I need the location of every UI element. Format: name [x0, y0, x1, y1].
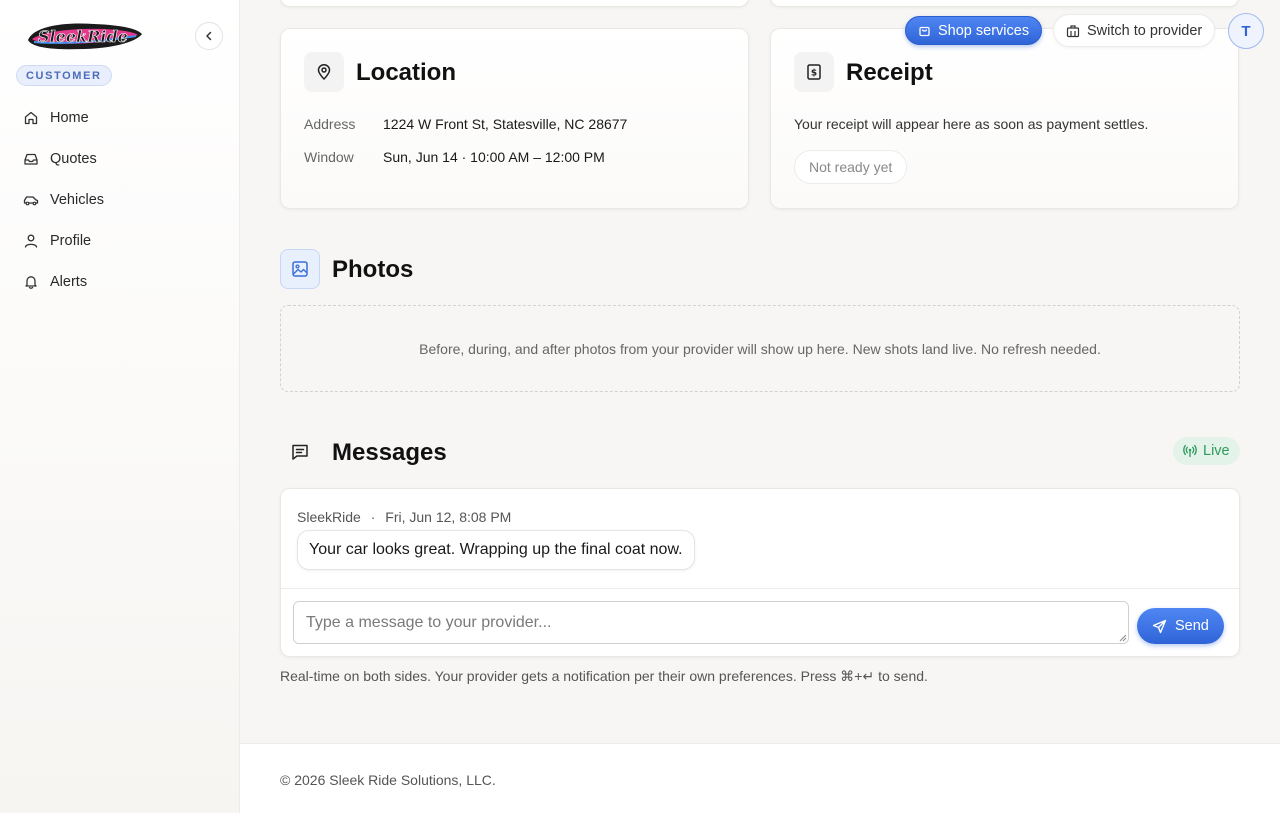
send-icon: [1152, 619, 1167, 633]
receipt-icon-box: $: [794, 52, 834, 92]
sidebar-item-label: Alerts: [50, 274, 88, 290]
location-card: Location Address 1224 W Front St, States…: [280, 28, 749, 209]
receipt-title: Receipt: [846, 59, 933, 86]
window-value: Sun, Jun 14 · 10:00 AM – 12:00 PM: [383, 149, 605, 165]
footer-copyright: © 2026 Sleek Ride Solutions, LLC.: [280, 772, 496, 788]
bell-icon: [25, 276, 37, 289]
switch-to-provider-label: Switch to provider: [1087, 22, 1203, 39]
previous-card-right: [770, 0, 1239, 7]
svg-text:$: $: [811, 69, 817, 79]
sidebar-item-label: Quotes: [50, 151, 97, 167]
user-avatar[interactable]: T: [1228, 13, 1264, 49]
collapse-sidebar-button[interactable]: [195, 22, 223, 50]
car-icon: [23, 196, 39, 206]
image-icon: [292, 261, 308, 277]
user-icon: [24, 234, 38, 248]
shop-services-label: Shop services: [938, 22, 1030, 39]
message-square-icon: [292, 444, 308, 460]
map-pin-icon: [317, 64, 331, 80]
sidebar-item-label: Vehicles: [50, 192, 105, 208]
message-meta-separator: ·: [370, 509, 376, 525]
brand-logo[interactable]: SleekRide: [24, 18, 144, 54]
footer: © 2026 Sleek Ride Solutions, LLC.: [240, 743, 1280, 813]
receipt-icon: $: [807, 64, 821, 80]
messages-card: SleekRide · Fri, Jun 12, 8:08 PM Your ca…: [280, 488, 1240, 657]
previous-card-left: [280, 0, 749, 7]
send-label: Send: [1175, 618, 1209, 634]
sidebar-nav: Home Quotes Vehicles Profile Alerts: [12, 99, 228, 304]
resize-grip-icon[interactable]: [1119, 634, 1127, 642]
sidebar-item-vehicles[interactable]: Vehicles: [12, 181, 228, 219]
sidebar-item-label: Home: [50, 110, 89, 126]
message-time: Fri, Jun 12, 8:08 PM: [385, 509, 512, 525]
switch-to-provider-button[interactable]: Switch to provider: [1053, 14, 1216, 47]
live-label: Live: [1203, 443, 1230, 459]
messages-title: Messages: [332, 439, 447, 466]
sidebar-item-home[interactable]: Home: [12, 99, 228, 137]
address-label: Address: [304, 116, 356, 132]
sidebar-item-alerts[interactable]: Alerts: [12, 263, 228, 301]
message-bubble: Your car looks great. Wrapping up the fi…: [297, 530, 695, 570]
receipt-status-pill: Not ready yet: [794, 150, 908, 184]
sidebar-item-quotes[interactable]: Quotes: [12, 140, 228, 178]
brand-logo-text: SleekRide: [38, 27, 128, 46]
building-icon: [1066, 24, 1080, 37]
location-title: Location: [356, 59, 456, 86]
message-sender: SleekRide: [297, 509, 361, 525]
location-icon-box: [304, 52, 344, 92]
photos-empty-state: Before, during, and after photos from yo…: [280, 305, 1240, 392]
message-input[interactable]: [293, 601, 1129, 644]
messages-hint: Real-time on both sides. Your provider g…: [280, 668, 928, 684]
radio-signal-icon: [1183, 444, 1197, 458]
sidebar-item-label: Profile: [50, 233, 92, 249]
messages-icon-box: [280, 432, 320, 472]
messages-divider: [281, 588, 1239, 589]
window-label: Window: [304, 149, 354, 165]
receipt-description: Your receipt will appear here as soon as…: [794, 116, 1149, 132]
photos-title: Photos: [332, 256, 414, 283]
role-badge: CUSTOMER: [16, 65, 112, 86]
live-badge: Live: [1173, 437, 1240, 465]
send-button[interactable]: Send: [1137, 608, 1224, 644]
chevron-left-icon: [206, 31, 212, 41]
receipt-card: $ Receipt Your receipt will appear here …: [770, 28, 1239, 209]
shop-services-button[interactable]: Shop services: [905, 16, 1043, 45]
photos-icon-box: [280, 249, 320, 289]
main-content: Location Address 1224 W Front St, States…: [240, 0, 1280, 813]
home-icon: [24, 111, 38, 125]
sidebar: SleekRide CUSTOMER Home Quotes Vehicles …: [0, 0, 240, 813]
address-value: 1224 W Front St, Statesville, NC 28677: [383, 116, 628, 132]
inbox-icon: [24, 153, 38, 165]
sidebar-item-profile[interactable]: Profile: [12, 222, 228, 260]
message-meta: SleekRide · Fri, Jun 12, 8:08 PM: [297, 509, 511, 525]
shopping-bag-icon: [919, 26, 930, 37]
